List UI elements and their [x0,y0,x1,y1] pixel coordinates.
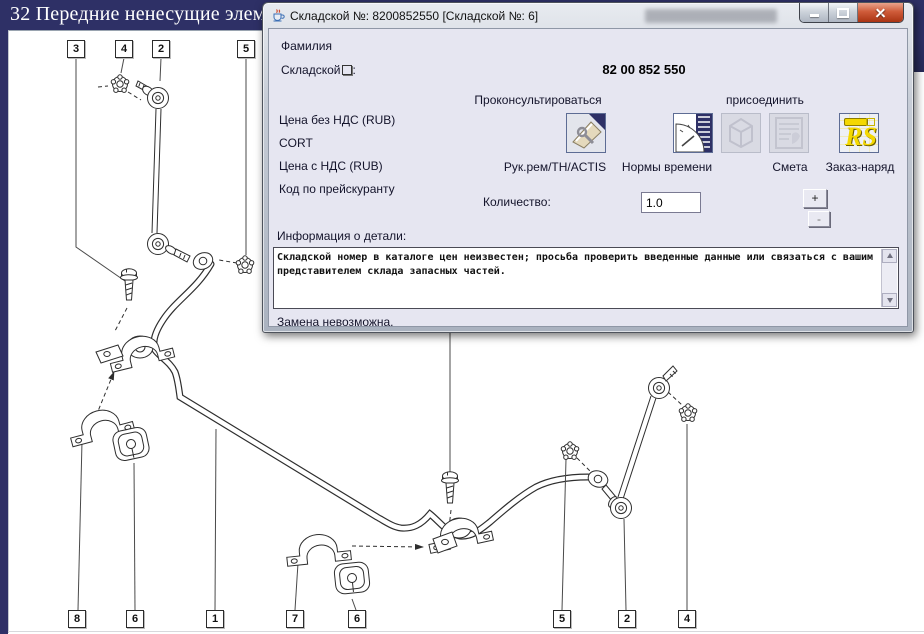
time-standards-label: Нормы времени [622,160,712,174]
quantity-input[interactable] [641,192,701,213]
arrow-down-icon [887,298,893,303]
price-vat-label: Цена с НДС (RUB) [279,159,383,173]
estimate-label: Смета [772,160,807,174]
part-info-label: Информация о детали: [277,229,406,243]
left-border-strip [0,30,8,634]
work-order-letters: RS [845,122,877,152]
scrollbar[interactable] [881,249,897,307]
stock-label: Складской: [281,63,356,77]
time-standards-icon[interactable] [673,113,713,153]
attach-parts-icon[interactable] [721,113,761,153]
stock-number-dialog: Складской №: 8200852550 [Складской №: 6]… [262,2,914,333]
repair-manual-icon[interactable] [566,113,606,153]
price-no-vat-label: Цена без НДС (RUB) [279,113,395,127]
window-controls [799,3,904,23]
quantity-minus-button[interactable]: - [808,211,830,227]
part-info-textarea[interactable]: Складской номер в каталоге цен неизвесте… [273,247,899,309]
callout-2[interactable]: 2 [618,610,636,628]
callout-3[interactable]: 3 [67,40,85,58]
arrow-up-icon [887,253,893,258]
quantity-plus-button[interactable]: + [803,189,827,208]
minimize-icon [810,14,819,17]
dialog-body: Фамилия Складской: 82 00 852 550 Проконс… [268,28,908,327]
close-icon [875,7,886,18]
status-message: Замена невозможна. [277,315,394,329]
callout-6[interactable]: 6 [348,610,366,628]
attach-header: присоединить [726,93,804,107]
work-order-label: Заказ-наряд [826,160,895,174]
stock-number-value: 82 00 852 550 [589,62,699,77]
redacted-text-blur [645,9,777,23]
callout-2[interactable]: 2 [152,40,170,58]
java-cup-icon [270,8,285,23]
minimize-button[interactable] [800,3,829,22]
callout-6[interactable]: 6 [126,610,144,628]
callout-5[interactable]: 5 [237,40,255,58]
callout-4[interactable]: 4 [115,40,133,58]
cort-label: CORT [279,136,313,150]
close-button[interactable] [858,3,903,22]
callout-7[interactable]: 7 [286,610,304,628]
scroll-down-button[interactable] [882,293,897,307]
part-info-text: Складской номер в каталоге цен неизвесте… [277,251,878,279]
estimate-icon[interactable] [769,113,809,153]
surname-label: Фамилия [281,39,332,53]
maximize-icon [837,8,849,18]
maximize-button[interactable] [829,3,858,22]
callout-5[interactable]: 5 [553,610,571,628]
consult-header: Проконсультироваться [474,93,601,107]
dialog-title: Складской №: 8200852550 [Складской №: 6] [290,9,538,23]
screen: { "page": { "header_title": "32 Передние… [0,0,924,634]
work-order-icon[interactable]: RS [839,113,879,153]
scroll-up-button[interactable] [882,249,897,263]
callout-8[interactable]: 8 [68,610,86,628]
quantity-label: Количество: [483,195,551,209]
callout-4[interactable]: 4 [678,610,696,628]
price-code-label: Код по прейскуранту [279,182,395,196]
callout-1[interactable]: 1 [206,610,224,628]
checkbox-icon [342,65,352,75]
repair-manual-label: Рук.рем/TH/ACTIS [504,160,606,174]
